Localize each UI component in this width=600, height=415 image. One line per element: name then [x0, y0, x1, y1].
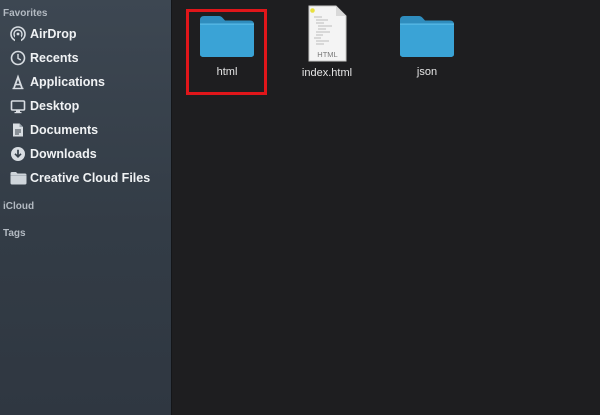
- html-document-icon: HTML: [308, 5, 347, 62]
- sidebar-section-tags: Tags: [3, 228, 26, 239]
- finder-window: Favorites AirDrop Recents Applications D…: [0, 0, 600, 415]
- sidebar-section-favorites: Favorites: [3, 8, 48, 19]
- file-name: json: [416, 66, 438, 78]
- folder-icon: [400, 16, 454, 57]
- file-item-html-folder[interactable]: html: [187, 14, 267, 78]
- sidebar-item-label: Recents: [30, 51, 79, 65]
- sidebar-item-label: Downloads: [30, 147, 97, 161]
- sidebar-item-documents[interactable]: Documents: [0, 119, 172, 141]
- sidebar-item-creative-cloud-files[interactable]: Creative Cloud Files: [0, 167, 172, 189]
- sidebar-item-label: Documents: [30, 123, 99, 137]
- svg-text:HTML: HTML: [317, 50, 337, 59]
- sidebar-item-recents[interactable]: Recents: [0, 47, 172, 69]
- desktop-icon: [9, 97, 27, 115]
- folder-icon: [200, 16, 254, 57]
- downloads-icon: [9, 145, 27, 163]
- applications-icon: [9, 73, 27, 91]
- sidebar-item-airdrop[interactable]: AirDrop: [0, 23, 172, 45]
- recents-icon: [9, 49, 27, 67]
- sidebar: Favorites AirDrop Recents Applications D…: [0, 0, 172, 415]
- file-item-index-html[interactable]: HTML index.html: [287, 5, 367, 79]
- sidebar-section-icloud: iCloud: [3, 201, 35, 212]
- folder-icon: [9, 169, 27, 187]
- documents-icon: [9, 121, 27, 139]
- sidebar-item-label: Desktop: [30, 99, 80, 113]
- file-name: html: [216, 66, 238, 78]
- file-grid: html HTML index.html json: [172, 0, 600, 415]
- airdrop-icon: [9, 25, 27, 43]
- sidebar-item-label: AirDrop: [30, 27, 77, 41]
- sidebar-item-label: Applications: [30, 75, 106, 89]
- sidebar-item-label: Creative Cloud Files: [30, 171, 151, 185]
- sidebar-item-applications[interactable]: Applications: [0, 71, 172, 93]
- file-name: index.html: [301, 67, 353, 79]
- file-item-json-folder[interactable]: json: [387, 14, 467, 78]
- sidebar-item-downloads[interactable]: Downloads: [0, 143, 172, 165]
- sidebar-item-desktop[interactable]: Desktop: [0, 95, 172, 117]
